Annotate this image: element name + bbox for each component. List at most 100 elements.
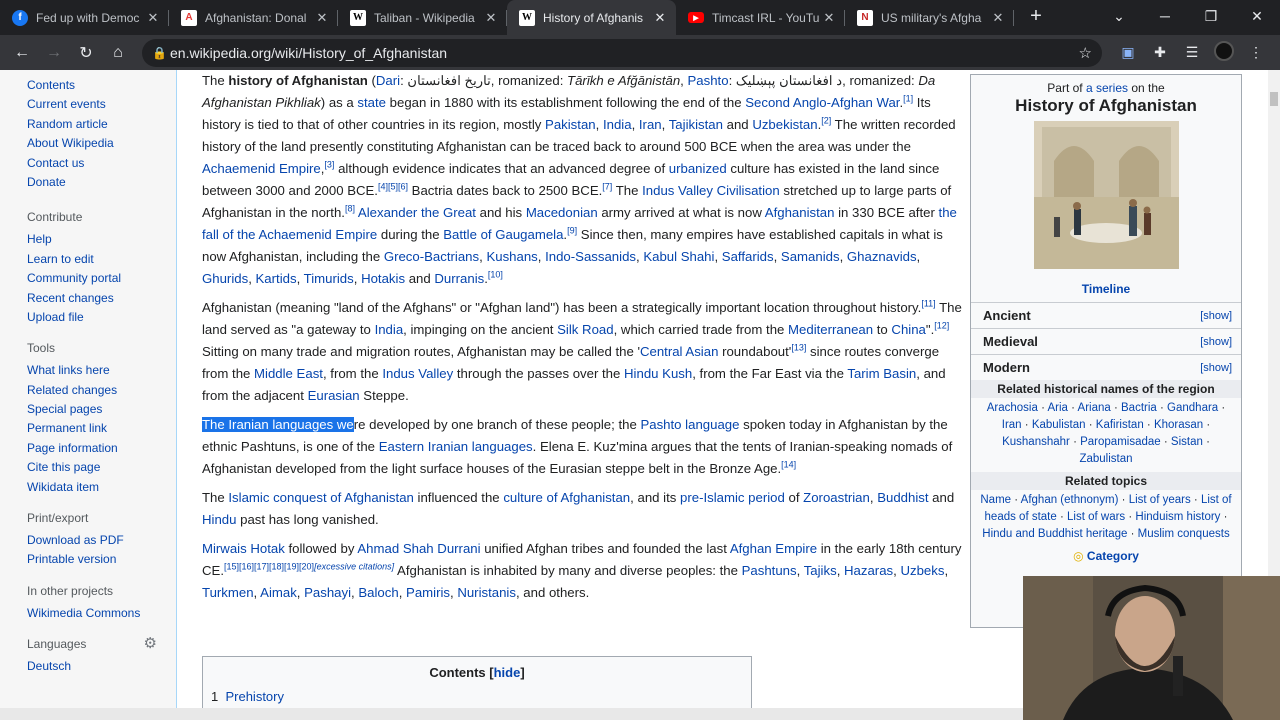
- tab-title: US military's Afgha: [881, 10, 982, 25]
- close-window-icon[interactable]: ✕: [1234, 0, 1280, 35]
- timeline-link[interactable]: Timeline: [1082, 282, 1130, 296]
- gear-icon[interactable]: ⚙: [144, 633, 157, 655]
- close-icon[interactable]: ✕: [990, 10, 1006, 26]
- separator: ·: [1125, 511, 1136, 523]
- toc-link[interactable]: Prehistory: [225, 689, 284, 704]
- infobox-link[interactable]: Iran: [1002, 419, 1022, 431]
- infobox-link[interactable]: List of wars: [1067, 511, 1125, 523]
- browser-tab-bar: f Fed up with Democ ✕ A Afghanistan: Don…: [0, 0, 1280, 35]
- infobox-link[interactable]: Zabulistan: [1079, 453, 1132, 465]
- close-icon[interactable]: ✕: [821, 10, 837, 26]
- infobox-link[interactable]: Kafiristan: [1096, 419, 1144, 431]
- infobox-link[interactable]: Afghan (ethnonym): [1021, 494, 1119, 506]
- extensions-puzzle-icon[interactable]: ✚: [1144, 44, 1176, 61]
- show-toggle[interactable]: [show]: [1200, 362, 1232, 374]
- back-arrow-icon[interactable]: ←: [6, 44, 38, 62]
- separator: ·: [1220, 511, 1228, 523]
- category-link[interactable]: Category: [1087, 549, 1139, 563]
- sidebar-link[interactable]: Current events: [27, 95, 157, 114]
- toc-hide-link[interactable]: hide: [494, 665, 521, 680]
- infobox-link[interactable]: Gandhara: [1167, 402, 1218, 414]
- separator: ·: [1110, 402, 1122, 414]
- close-icon[interactable]: ✕: [652, 10, 668, 26]
- sidebar-link[interactable]: Permanent link: [27, 419, 157, 438]
- close-icon[interactable]: ✕: [314, 10, 330, 26]
- sidebar-link[interactable]: Upload file: [27, 308, 157, 327]
- address-bar[interactable]: 🔒 en.wikipedia.org/wiki/History_of_Afgha…: [142, 38, 1102, 67]
- sidebar-nav: Contents Current events Random article A…: [27, 76, 157, 677]
- sidebar-link[interactable]: Random article: [27, 115, 157, 134]
- paragraph: The Islamic conquest of Afghanistan infl…: [202, 490, 955, 527]
- close-icon[interactable]: ✕: [483, 10, 499, 26]
- wikipedia-icon: W: [519, 9, 535, 26]
- sidebar-link[interactable]: Wikimedia Commons: [27, 604, 157, 623]
- article-body: The history of Afghanistan (Dari: تاریخ …: [202, 70, 962, 611]
- infobox-link[interactable]: List of years: [1129, 494, 1191, 506]
- sidebar-link[interactable]: Contact us: [27, 154, 157, 173]
- sidebar-link[interactable]: Related changes: [27, 381, 157, 400]
- reading-list-icon[interactable]: ☰: [1176, 44, 1208, 61]
- restore-icon[interactable]: ❐: [1188, 0, 1234, 35]
- sidebar-link[interactable]: Contents: [27, 76, 157, 95]
- sidebar-link[interactable]: Deutsch: [27, 657, 157, 676]
- separator: ·: [1190, 494, 1201, 506]
- browser-tab[interactable]: f Fed up with Democ ✕: [0, 0, 169, 35]
- browser-tab[interactable]: ▶ Timcast IRL - YouTu ✕: [676, 0, 845, 35]
- url-text: en.wikipedia.org/wiki/History_of_Afghani…: [170, 44, 448, 61]
- home-icon[interactable]: ⌂: [102, 44, 134, 62]
- infobox-illustration[interactable]: [1033, 121, 1179, 269]
- sidebar-link[interactable]: Page information: [27, 439, 157, 458]
- browser-tab-active[interactable]: W History of Afghanis ✕: [507, 0, 676, 35]
- infobox-link[interactable]: Paropamisadae: [1080, 436, 1161, 448]
- sidebar-link[interactable]: Donate: [27, 173, 157, 192]
- series-link[interactable]: a series: [1086, 81, 1128, 95]
- sidebar-link[interactable]: Help: [27, 230, 157, 249]
- show-toggle[interactable]: [show]: [1200, 310, 1232, 322]
- topics-heading: Related topics: [971, 472, 1241, 490]
- forward-arrow-icon[interactable]: →: [38, 44, 70, 62]
- separator: ·: [1202, 436, 1210, 448]
- sidebar-link[interactable]: Printable version: [27, 550, 157, 569]
- infobox-link[interactable]: Name: [980, 494, 1011, 506]
- bookmark-star-icon[interactable]: ☆: [1079, 44, 1092, 62]
- infobox-link[interactable]: Hinduism history: [1135, 511, 1220, 523]
- sidebar-link[interactable]: Recent changes: [27, 289, 157, 308]
- sidebar-link[interactable]: Download as PDF: [27, 531, 157, 550]
- infobox-link[interactable]: Khorasan: [1154, 419, 1203, 431]
- sidebar-link[interactable]: Community portal: [27, 269, 157, 288]
- new-tab-button[interactable]: +: [1020, 0, 1052, 35]
- browser-tab[interactable]: A Afghanistan: Donal ✕: [169, 0, 338, 35]
- profile-avatar-icon[interactable]: [1208, 41, 1240, 64]
- sidebar-link[interactable]: Learn to edit: [27, 250, 157, 269]
- menu-kebab-icon[interactable]: ⋮: [1240, 44, 1272, 61]
- close-icon[interactable]: ✕: [145, 10, 161, 26]
- sidebar-link[interactable]: Wikidata item: [27, 478, 157, 497]
- browser-tab[interactable]: N US military's Afgha ✕: [845, 0, 1014, 35]
- separator: ·: [1118, 494, 1129, 506]
- infobox-link[interactable]: Muslim conquests: [1138, 528, 1230, 540]
- reload-icon[interactable]: ↻: [70, 43, 102, 63]
- infobox-link[interactable]: Bactria: [1121, 402, 1157, 414]
- sidebar-link[interactable]: What links here: [27, 361, 157, 380]
- infobox-link[interactable]: Arachosia: [987, 402, 1038, 414]
- browser-tab[interactable]: W Taliban - Wikipedia ✕: [338, 0, 507, 35]
- sidebar-heading: Languages ⚙: [27, 633, 157, 657]
- minimize-icon[interactable]: ─: [1142, 0, 1188, 35]
- cast-icon[interactable]: ▣: [1112, 44, 1144, 61]
- infobox-link[interactable]: Kushanshahr: [1002, 436, 1070, 448]
- tab-search-icon[interactable]: ⌄: [1096, 0, 1142, 35]
- paragraph: Afghanistan (meaning "land of the Afghan…: [202, 298, 962, 403]
- sidebar-link[interactable]: About Wikipedia: [27, 134, 157, 153]
- toc-item[interactable]: 1 Prehistory: [211, 689, 751, 704]
- scrollbar-thumb[interactable]: [1270, 92, 1278, 106]
- category-icon: ◎: [1073, 549, 1084, 563]
- text-selection[interactable]: The Iranian languages we: [202, 417, 354, 432]
- infobox-link[interactable]: Ariana: [1078, 402, 1111, 414]
- show-toggle[interactable]: [show]: [1200, 336, 1232, 348]
- infobox-link[interactable]: Hindu and Buddhist heritage: [982, 528, 1127, 540]
- infobox-link[interactable]: Kabulistan: [1032, 419, 1086, 431]
- sidebar-link[interactable]: Cite this page: [27, 458, 157, 477]
- infobox-link[interactable]: Aria: [1047, 402, 1067, 414]
- infobox-link[interactable]: Sistan: [1171, 436, 1203, 448]
- sidebar-link[interactable]: Special pages: [27, 400, 157, 419]
